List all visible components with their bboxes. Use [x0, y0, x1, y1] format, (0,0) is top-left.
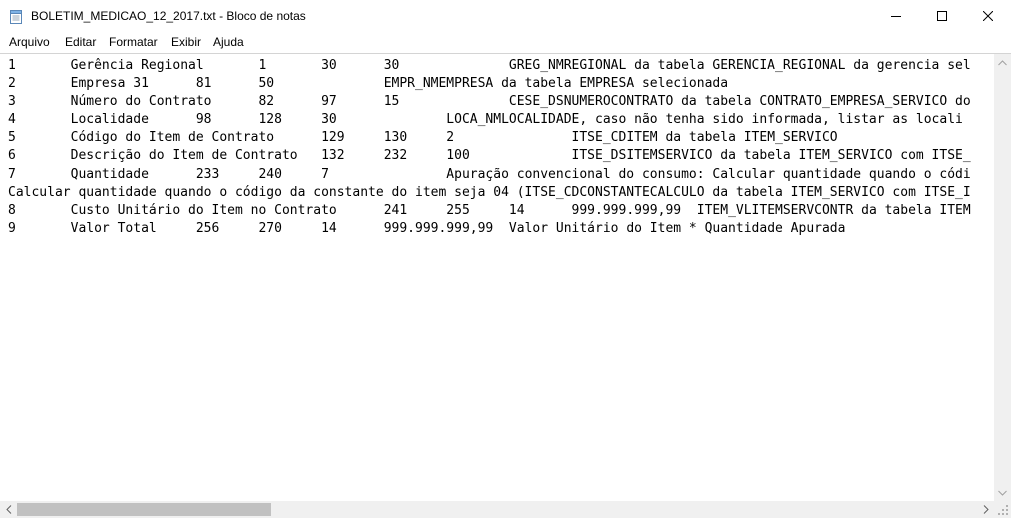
maximize-icon — [937, 11, 947, 21]
minimize-button[interactable] — [873, 0, 919, 32]
text-line: 3 Número do Contrato 82 97 15 CESE_DSNUM… — [8, 94, 971, 110]
close-button[interactable] — [965, 0, 1011, 32]
text-line: 2 Empresa 31 81 50 EMPR_NMEMPRESA da tab… — [8, 76, 729, 92]
text-line: 8 Custo Unitário do Item no Contrato 241… — [8, 202, 971, 218]
text-line: 1 Gerência Regional 1 30 30 GREG_NMREGIO… — [8, 58, 971, 73]
close-icon — [983, 11, 993, 21]
horizontal-scroll-thumb[interactable] — [17, 503, 271, 516]
menu-exibir[interactable]: Exibir — [171, 35, 201, 49]
minimize-icon — [891, 16, 901, 17]
resize-corner[interactable] — [994, 501, 1011, 518]
menu-formatar[interactable]: Formatar — [109, 35, 158, 49]
text-line: Calcular quantidade quando o código da c… — [8, 184, 971, 200]
title-bar[interactable]: BOLETIM_MEDICAO_12_2017.txt - Bloco de n… — [0, 0, 1011, 32]
text-line: 6 Descrição do Item de Contrato 132 232 … — [8, 148, 971, 164]
scroll-up-button[interactable] — [994, 54, 1011, 71]
menu-editar[interactable]: Editar — [65, 35, 96, 49]
window-title: BOLETIM_MEDICAO_12_2017.txt - Bloco de n… — [31, 9, 306, 23]
scroll-right-button[interactable] — [977, 501, 994, 518]
notepad-icon — [10, 9, 23, 24]
text-line: 4 Localidade 98 128 30 LOCA_NMLOCALIDADE… — [8, 112, 963, 128]
text-line: 7 Quantidade 233 240 7 Apuração convenci… — [8, 166, 971, 182]
menu-ajuda[interactable]: Ajuda — [213, 35, 244, 49]
resize-grip-icon — [998, 505, 1008, 515]
chevron-up-icon — [998, 59, 1007, 65]
scroll-down-button[interactable] — [994, 484, 1011, 501]
text-editor[interactable]: 1 Gerência Regional 1 30 30 GREG_NMREGIO… — [0, 53, 1011, 518]
chevron-left-icon — [5, 505, 11, 514]
menu-arquivo[interactable]: Arquivo — [9, 35, 50, 49]
text-area[interactable]: 1 Gerência Regional 1 30 30 GREG_NMREGIO… — [8, 57, 990, 502]
text-line: 9 Valor Total 256 270 14 999.999.999,99 … — [8, 220, 846, 236]
maximize-button[interactable] — [919, 0, 965, 32]
chevron-down-icon — [998, 490, 1007, 496]
vertical-scrollbar[interactable] — [994, 54, 1011, 501]
text-line: 5 Código do Item de Contrato 129 130 2 I… — [8, 130, 838, 146]
horizontal-scrollbar[interactable] — [0, 501, 994, 518]
menu-bar: Arquivo Editar Formatar Exibir Ajuda — [0, 32, 1011, 52]
scroll-left-button[interactable] — [0, 501, 17, 518]
chevron-right-icon — [983, 505, 989, 514]
